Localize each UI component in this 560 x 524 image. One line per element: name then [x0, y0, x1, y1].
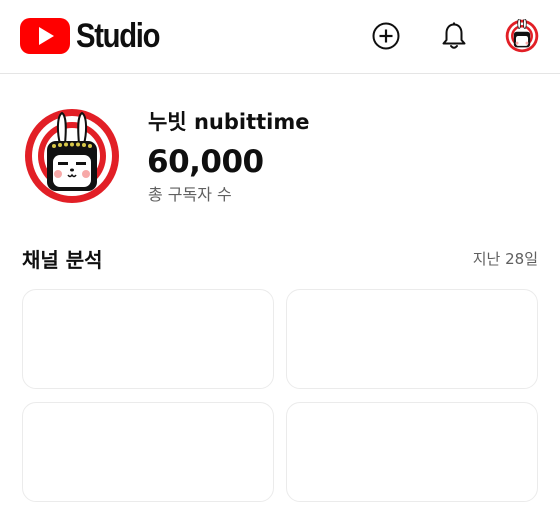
subscriber-count: 60,000: [147, 144, 264, 180]
subscriber-count-label: 총 구독자 수: [148, 185, 232, 204]
analytics-period: 지난 28일: [472, 250, 538, 268]
studio-brand-text: Studio: [76, 17, 161, 55]
app-header: Studio: [0, 0, 560, 74]
channel-summary: 누빗 nubittime 60,000 총 구독자 수: [24, 108, 544, 204]
youtube-logo-icon: [20, 18, 70, 54]
create-button[interactable]: [368, 18, 404, 54]
channel-name: 누빗 nubittime: [148, 110, 310, 134]
studio-home-link[interactable]: Studio: [20, 16, 173, 56]
analytics-card[interactable]: [22, 289, 274, 389]
analytics-card[interactable]: [22, 402, 274, 502]
analytics-section-title: 채널 분석: [22, 248, 103, 272]
studio-dashboard: Studio 누빗 nubittime 60,000 총 구독자 수 채널 분석…: [0, 0, 560, 524]
analytics-card[interactable]: [286, 402, 538, 502]
analytics-card[interactable]: [286, 289, 538, 389]
notifications-button[interactable]: [436, 18, 472, 54]
bell-icon: [442, 22, 466, 49]
account-button[interactable]: [504, 18, 540, 54]
channel-avatar[interactable]: [24, 108, 120, 204]
avatar: [505, 19, 539, 53]
add-circle-icon: [372, 22, 400, 50]
